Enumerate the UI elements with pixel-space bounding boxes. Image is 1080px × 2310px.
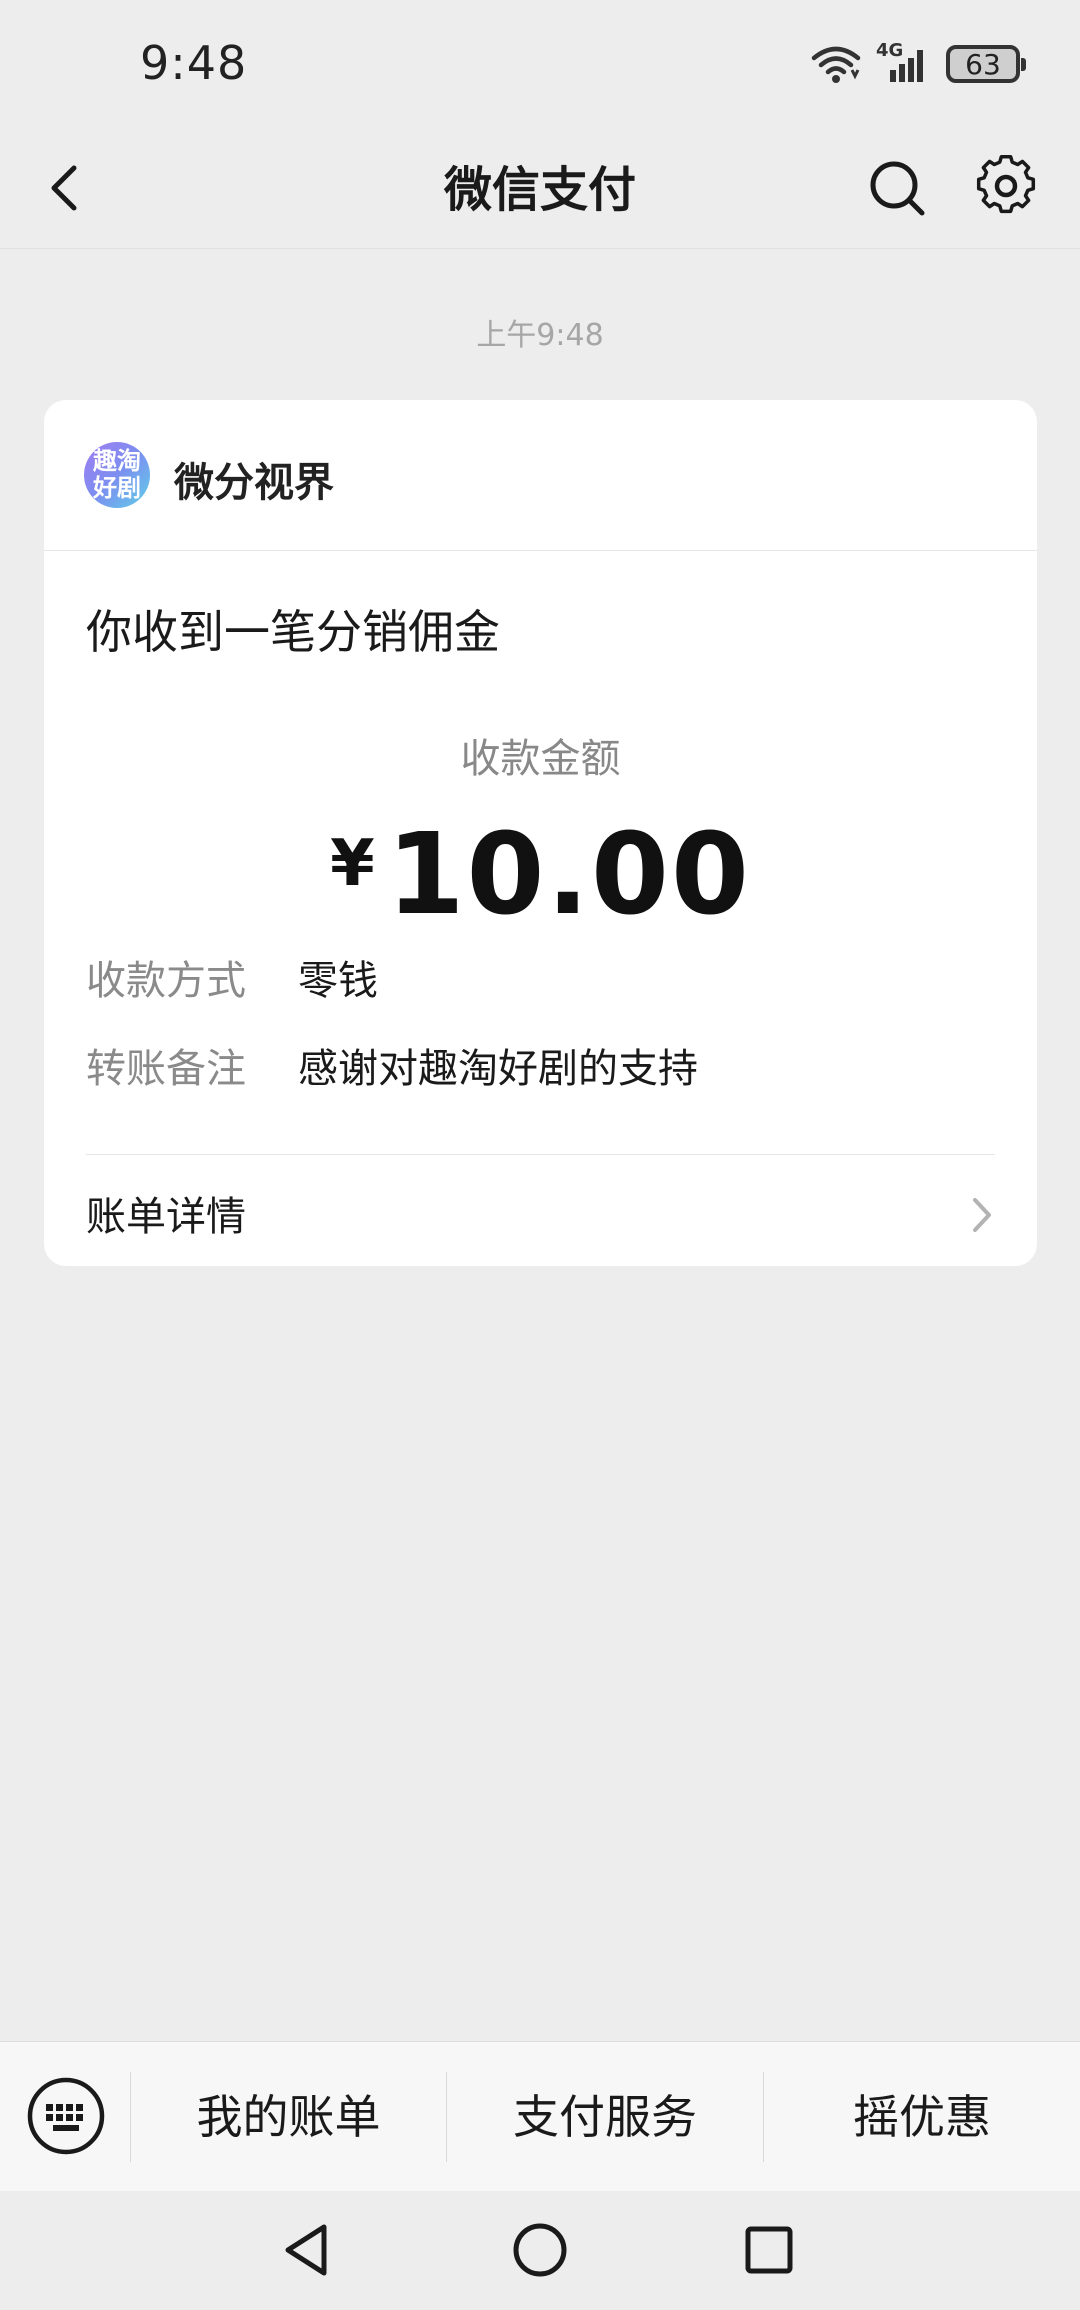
menu-shake-deals[interactable]: 摇优惠 — [764, 2042, 1080, 2192]
amount-value: 10.00 — [386, 810, 751, 940]
detail-value: 零钱 — [298, 958, 378, 1004]
cellular-signal-icon: 4G — [876, 40, 932, 84]
divider — [86, 1154, 995, 1155]
notification-title: 你收到一笔分销佣金 — [86, 605, 500, 659]
menu-my-bills[interactable]: 我的账单 — [131, 2042, 446, 2192]
payment-notification-card[interactable]: 趣淘 好剧 微分视界 你收到一笔分销佣金 收款金额 ¥10.00 收款方式 零钱 … — [44, 400, 1037, 1266]
menu-payment-services[interactable]: 支付服务 — [447, 2042, 763, 2192]
merchant-avatar: 趣淘 好剧 — [84, 442, 150, 508]
gear-icon[interactable] — [972, 150, 1040, 222]
keyboard-icon[interactable] — [26, 2076, 106, 2156]
system-navigation-bar — [0, 2191, 1080, 2310]
chevron-right-icon — [973, 1198, 991, 1232]
detail-key: 收款方式 — [86, 958, 246, 1004]
card-header[interactable]: 趣淘 好剧 微分视界 — [44, 400, 1037, 551]
battery-level: 63 — [965, 47, 1001, 81]
detail-row-payment-method: 收款方式 零钱 — [86, 948, 378, 1006]
amount: ¥10.00 — [44, 810, 1037, 940]
avatar-text-line1: 趣淘 — [93, 447, 141, 475]
home-circle-icon[interactable] — [505, 2215, 575, 2285]
bill-detail-link[interactable]: 账单详情 — [86, 1184, 995, 1244]
search-icon[interactable] — [866, 152, 930, 222]
amount-label: 收款金额 — [460, 736, 621, 782]
wifi-icon — [811, 46, 861, 83]
battery-icon: 63 — [946, 45, 1026, 83]
status-time: 9:48 — [140, 36, 248, 90]
avatar-text-line2: 好剧 — [93, 474, 141, 502]
detail-key: 转账备注 — [86, 1046, 246, 1092]
bottom-menu: 我的账单 支付服务 摇优惠 — [0, 2041, 1080, 2192]
back-triangle-icon[interactable] — [272, 2215, 342, 2285]
bill-detail-label: 账单详情 — [86, 1194, 246, 1240]
nav-bar: 微信支付 — [0, 128, 1080, 249]
recents-square-icon[interactable] — [734, 2215, 804, 2285]
message-timestamp: 上午9:48 — [476, 318, 604, 353]
status-bar: 9:48 4G 63 — [0, 0, 1080, 128]
status-icons: 4G 63 — [810, 40, 1026, 88]
merchant-name: 微分视界 — [174, 460, 334, 506]
detail-value: 感谢对趣淘好剧的支持 — [298, 1046, 698, 1092]
detail-row-transfer-note: 转账备注 感谢对趣淘好剧的支持 — [86, 1036, 698, 1094]
currency-symbol: ¥ — [330, 827, 375, 901]
